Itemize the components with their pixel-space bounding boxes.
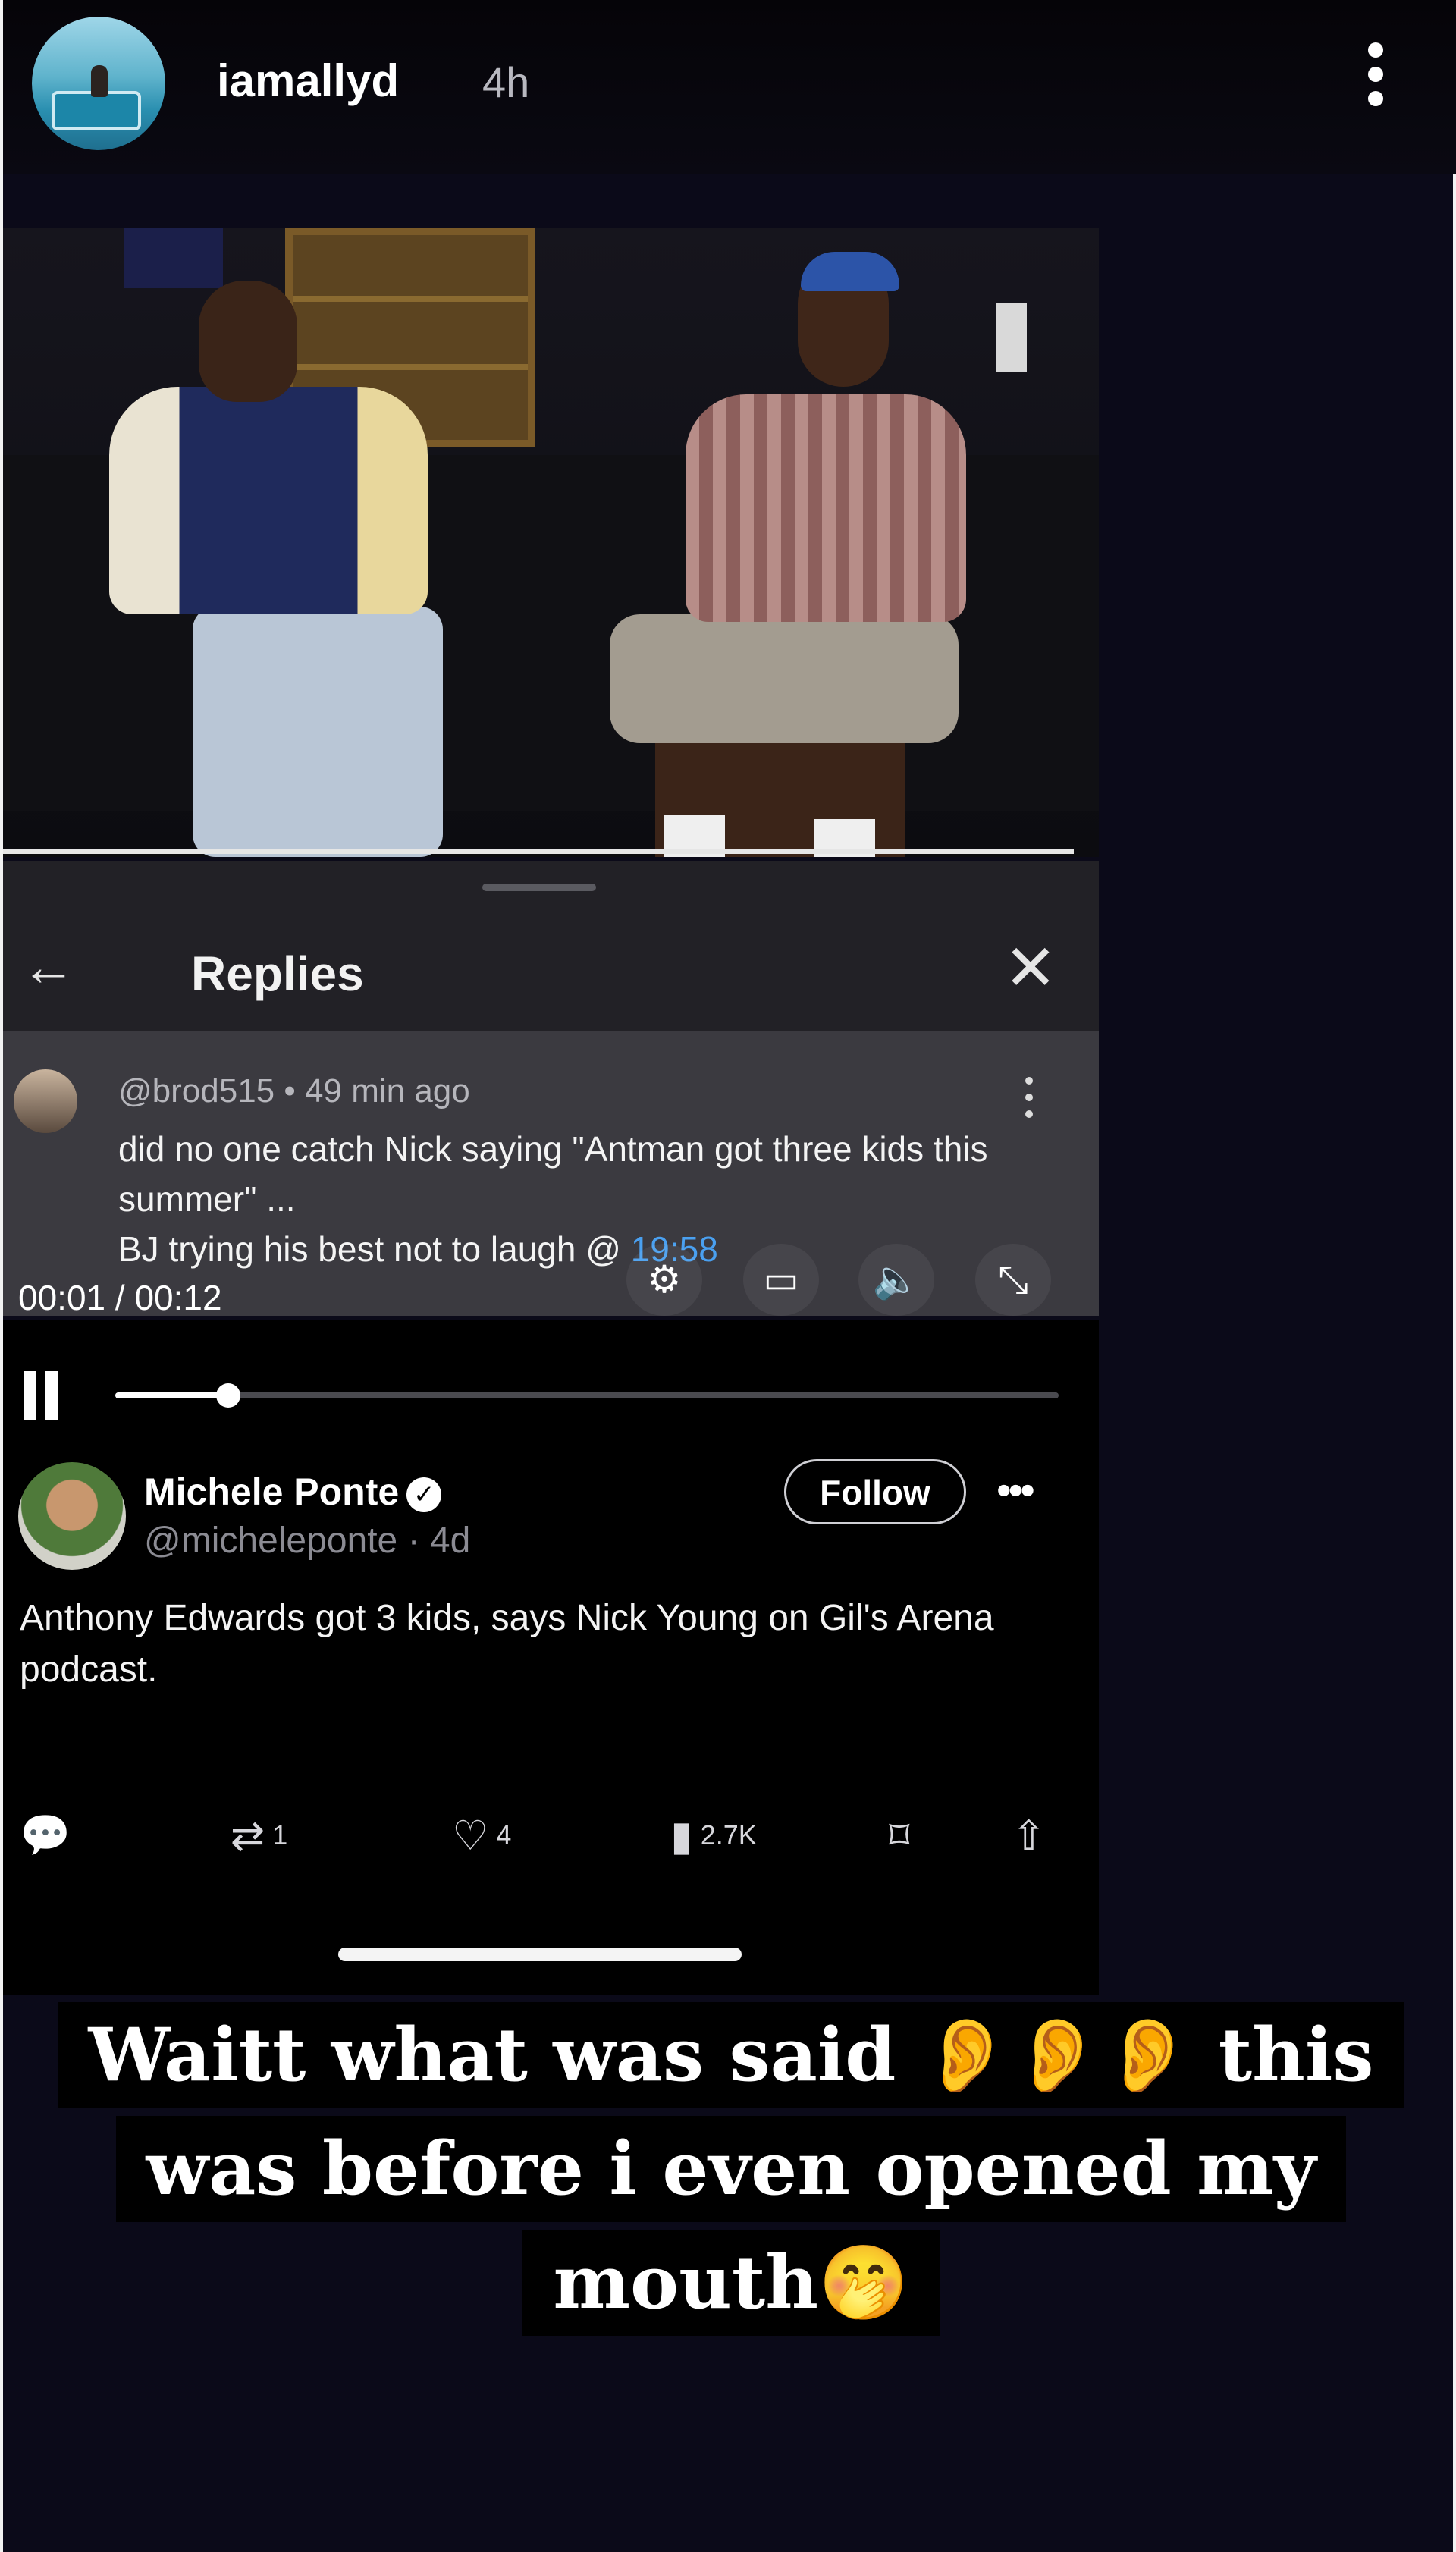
person-left-torso [109,387,428,614]
tweet-avatar[interactable] [18,1462,126,1570]
more-vertical-icon[interactable] [1360,42,1391,118]
home-indicator[interactable] [338,1948,742,1961]
tweet-age: 4d [429,1521,471,1561]
settings-icon[interactable]: ⚙ [626,1244,702,1316]
person-right-shorts [610,614,959,743]
reply-action[interactable]: 💬 [20,1805,78,1866]
more-horizontal-icon[interactable]: ••• [996,1469,1054,1511]
close-icon[interactable]: ✕ [996,934,1065,1002]
caption-line-3: mouth🤭 [522,2230,940,2336]
retweet-count: 1 [272,1819,288,1850]
like-action[interactable]: ♡ 4 [452,1805,511,1866]
arrow-left-icon[interactable]: ← [18,937,79,997]
video-frame[interactable] [3,228,1099,857]
retweet-icon: ⇄ [231,1813,265,1859]
duration: 00:12 [134,1278,222,1317]
comment-icon: 💬 [20,1812,71,1858]
pause-icon[interactable] [24,1371,70,1424]
story-username[interactable]: iamallyd [217,55,399,107]
background-panel [124,228,223,288]
person-left-head [199,281,297,402]
replies-header: ← Replies ✕ [3,906,1099,1031]
scrubber-knob[interactable] [216,1383,241,1408]
tweet-text: Anthony Edwards got 3 kids, says Nick Yo… [20,1598,994,1690]
like-count: 4 [496,1819,512,1850]
person-left-legs [193,607,443,857]
airplay-icon[interactable]: ▭ [743,1244,819,1316]
scrubber-track[interactable] [115,1383,1059,1408]
tweet-handle: @micheleponte · 4d [144,1520,470,1562]
caption-line-2: was before i even opened my [115,2116,1347,2222]
reply-meta: @brod515 • 49 min ago [118,1072,470,1110]
views-action[interactable]: ▮ 2.7K [670,1805,757,1866]
time-display: 00:01 / 00:12 [18,1278,222,1317]
video-progress-bar[interactable] [3,849,1074,854]
avatar-figure-image [91,65,108,97]
reply-avatar[interactable] [14,1069,77,1133]
verified-badge-icon: ✓ [406,1477,442,1512]
person-right-cap [801,252,899,291]
volume-icon[interactable]: 🔈 [858,1244,934,1316]
handle-separator: · [397,1521,430,1561]
reply-time: 49 min ago [305,1072,470,1110]
story-header: iamallyd 4h [3,0,1456,174]
minimize-icon[interactable]: ⤡ [975,1244,1051,1316]
person-right-torso [686,394,966,622]
heart-icon: ♡ [452,1813,489,1859]
reply-more-icon[interactable] [1018,1077,1040,1130]
story-avatar[interactable] [32,17,165,150]
background-light [996,303,1027,372]
meta-separator: • [284,1072,306,1110]
player-controls: 00:01 / 00:12 ⚙ ▭ 🔈 ⤡ [3,1244,1099,1317]
view-count: 2.7K [700,1819,757,1850]
bookmark-icon: ⌑ [889,1813,910,1859]
bookmark-action[interactable]: ⌑ [889,1805,918,1866]
handle-text[interactable]: @micheleponte [144,1521,397,1561]
reply-body: did no one catch Nick saying "Antman got… [118,1129,988,1219]
drag-handle[interactable] [482,884,596,891]
reply-author[interactable]: @brod515 [118,1072,275,1110]
story-time: 4h [482,58,530,106]
retweet-action[interactable]: ⇄ 1 [231,1805,287,1866]
story-frame: iamallyd 4h ← Replies ✕ @brod515 • 49 mi… [0,0,1456,2552]
share-action[interactable]: ⇧ [1012,1805,1053,1866]
replies-title: Replies [191,946,364,1001]
author-name-text[interactable]: Michele Ponte [144,1471,399,1513]
tweet-actions: 💬 ⇄ 1 ♡ 4 ▮ 2.7K ⌑ ⇧ [3,1805,1099,1866]
bar-chart-icon: ▮ [670,1813,693,1859]
follow-button[interactable]: Follow [784,1459,966,1524]
story-caption: Waitt what was said 👂👂👂 this was before … [3,2002,1456,2343]
current-time: 00:01 [18,1278,106,1317]
tweet-author-name[interactable]: Michele Ponte ✓ [144,1470,442,1514]
caption-line-1: Waitt what was said 👂👂👂 this [58,2002,1404,2108]
scrubber-fill [115,1392,229,1398]
tweet-card: Michele Ponte ✓ @micheleponte · 4d Follow… [3,1320,1099,1995]
share-icon: ⇧ [1012,1813,1046,1859]
